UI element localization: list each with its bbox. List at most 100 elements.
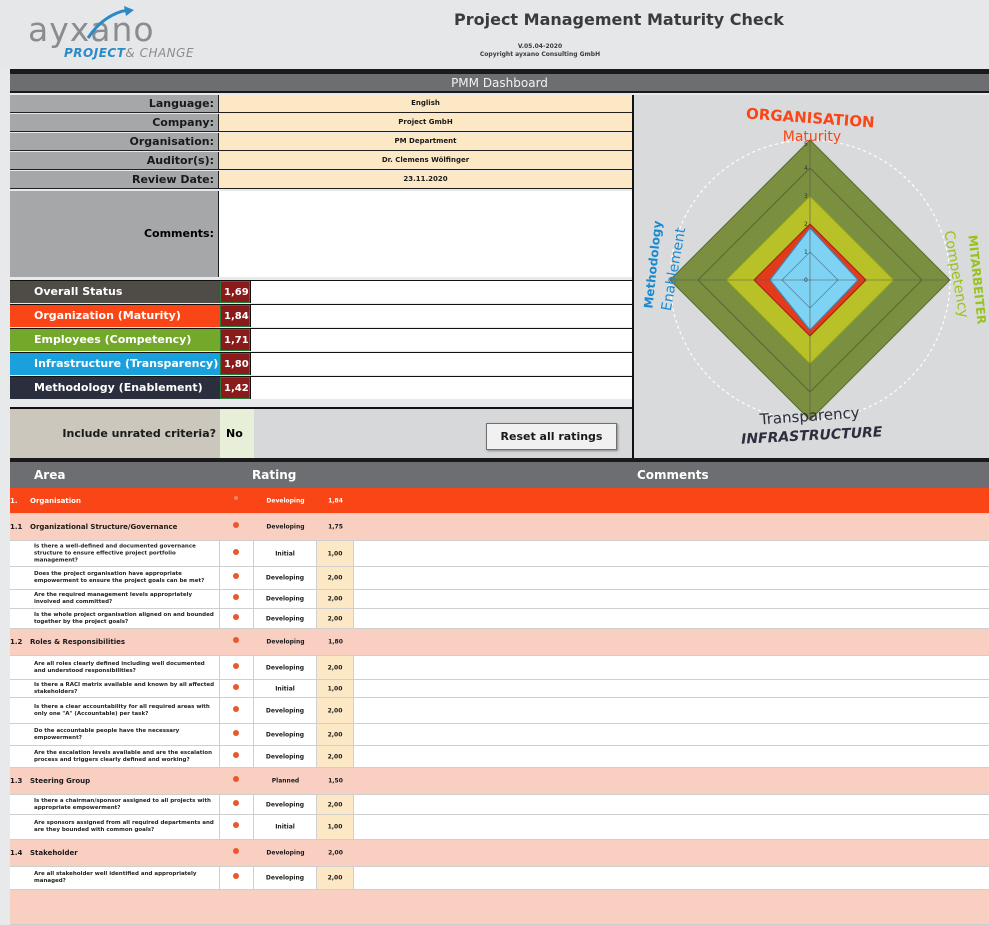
- language-value[interactable]: English: [219, 95, 632, 112]
- rating-value: 1,00: [327, 685, 343, 692]
- rating-level[interactable]: Initial: [254, 824, 316, 831]
- unrated-value[interactable]: No: [220, 409, 254, 458]
- area-table-header: Area Rating Comments: [10, 462, 989, 488]
- rating-level[interactable]: Initial: [254, 685, 316, 692]
- rating-value: 2,00: [327, 615, 343, 622]
- rating-level[interactable]: Developing: [254, 875, 316, 882]
- radar-top-title: ORGANISATION: [746, 105, 876, 132]
- rating-value: 1,50: [328, 777, 343, 785]
- language-label: Language:: [10, 95, 219, 112]
- radar-tick-0: 0: [804, 277, 808, 284]
- rating-value: 1,00: [327, 823, 343, 831]
- row-comment-field[interactable]: [354, 590, 989, 608]
- criterion-text: Are all roles clearly defined including …: [34, 660, 205, 674]
- rating-level[interactable]: Developing: [254, 801, 316, 808]
- row-comment-field[interactable]: [354, 567, 989, 589]
- section-title: Stakeholder: [30, 849, 78, 857]
- criterion-row: Is there a RACI matrix available and kno…: [10, 680, 989, 698]
- status-row: Infrastructure (Transparency) 1,80: [10, 352, 632, 375]
- section-row: [10, 890, 989, 925]
- rating-level[interactable]: Developing: [254, 615, 316, 622]
- logo-subtitle: PROJECT& CHANGE: [64, 46, 195, 60]
- status-dot-icon: [233, 799, 239, 806]
- criterion-text: Are the escalation levels available and …: [34, 749, 212, 763]
- row-comment-field[interactable]: [354, 867, 989, 889]
- status-dot-icon: [233, 637, 239, 643]
- row-comment-field[interactable]: [354, 541, 989, 566]
- radar-bottom-subtitle: Transparency: [758, 404, 860, 429]
- rating-value: 2,00: [327, 753, 343, 760]
- radar-top-subtitle: Maturity: [783, 129, 841, 145]
- row-comment-field[interactable]: [354, 629, 989, 655]
- row-comment-field[interactable]: [354, 680, 989, 697]
- row-comment-field[interactable]: [354, 656, 989, 679]
- section-number: 1.3: [10, 777, 23, 785]
- rating-level: Developing: [266, 497, 305, 504]
- row-comment-field[interactable]: [354, 514, 989, 540]
- radar-chart: 0 1 2 3 4 5 ORGANISATION Maturity MITARB…: [641, 105, 988, 448]
- row-comment-field[interactable]: [354, 840, 989, 866]
- criterion-text: Is there a clear accountability for all …: [34, 703, 210, 717]
- spreadsheet-view: ayxano PROJECT& CHANGE Project Managemen…: [0, 0, 989, 925]
- status-value: 1,71: [220, 329, 250, 351]
- review-date-value[interactable]: 23.11.2020: [219, 171, 632, 188]
- rating-level[interactable]: Developing: [254, 575, 316, 582]
- dashboard-title: PMM Dashboard: [10, 74, 989, 93]
- row-comment-field[interactable]: [354, 698, 989, 723]
- version-text: V.05.04-2020 Copyright ayxano Consulting…: [410, 43, 670, 59]
- radar-tick-2: 2: [804, 221, 808, 228]
- row-comment-field[interactable]: [354, 746, 989, 767]
- status-value: 1,69: [220, 281, 250, 303]
- rating-level[interactable]: Developing: [254, 753, 316, 760]
- criterion-text: Are sponsors assigned from all required …: [34, 820, 214, 833]
- rating-level[interactable]: Developing: [254, 664, 316, 671]
- section-row: 1.1 Organizational Structure/Governance De…: [10, 514, 989, 541]
- company-value[interactable]: Project GmbH: [219, 114, 632, 131]
- status-comment-field[interactable]: [250, 305, 632, 327]
- auditor-value[interactable]: Dr. Clemens Wölfinger: [219, 152, 632, 169]
- rating-value: 2,00: [327, 574, 343, 582]
- criterion-text: Is there a RACI matrix available and kno…: [34, 681, 215, 695]
- rating-level[interactable]: Initial: [254, 550, 316, 557]
- rating-level[interactable]: Developing: [254, 707, 316, 714]
- reset-ratings-button[interactable]: Reset all ratings: [486, 423, 617, 450]
- row-comment-field[interactable]: [354, 768, 989, 794]
- criterion-text: Are all stakeholder well identified and …: [34, 871, 197, 884]
- section-title: Steering Group: [30, 777, 91, 785]
- rating-level[interactable]: Developing: [254, 596, 316, 603]
- header-comments: Comments: [637, 468, 709, 482]
- rating-value: 1,75: [328, 523, 343, 531]
- criterion-row: Is there a chairman/sponsor assigned to …: [10, 795, 989, 815]
- status-dot-icon: [233, 776, 239, 782]
- criterion-row: Does the project organisation have appro…: [10, 567, 989, 590]
- criterion-row: Are the required management levels appro…: [10, 590, 989, 609]
- status-dot-icon: [233, 594, 239, 600]
- row-comment-field[interactable]: [354, 815, 989, 839]
- comments-field[interactable]: [219, 191, 632, 277]
- status-comment-field[interactable]: [250, 377, 632, 399]
- rating-level: Planned: [271, 777, 300, 785]
- status-comment-field[interactable]: [250, 329, 632, 351]
- info-row-organisation: Organisation: PM Department: [10, 133, 632, 151]
- info-row-language: Language: English: [10, 95, 632, 113]
- status-comment-field[interactable]: [250, 281, 632, 303]
- status-label: Infrastructure (Transparency): [10, 353, 220, 375]
- section-number: 1.: [10, 496, 18, 505]
- status-label: Organization (Maturity): [10, 305, 220, 327]
- info-row-auditor: Auditor(s): Dr. Clemens Wölfinger: [10, 152, 632, 170]
- row-comment-field[interactable]: [354, 488, 989, 513]
- page-title: Project Management Maturity Check: [454, 10, 784, 29]
- rating-level[interactable]: Developing: [254, 731, 316, 738]
- section-title: Organisation: [30, 496, 81, 505]
- status-label: Employees (Competency): [10, 329, 220, 351]
- section-row: 1.2 Roles & Responsibilities Developing 1,8…: [10, 629, 989, 656]
- status-dot-icon: [233, 662, 239, 669]
- section-title: Organizational Structure/Governance: [30, 523, 178, 531]
- comments-label: Comments:: [10, 191, 219, 277]
- status-comment-field[interactable]: [250, 353, 632, 375]
- criterion-text: Is the whole project organisation aligne…: [34, 611, 214, 625]
- organisation-value[interactable]: PM Department: [219, 133, 632, 150]
- row-comment-field[interactable]: [354, 724, 989, 745]
- row-comment-field[interactable]: [354, 795, 989, 814]
- row-comment-field[interactable]: [354, 609, 989, 628]
